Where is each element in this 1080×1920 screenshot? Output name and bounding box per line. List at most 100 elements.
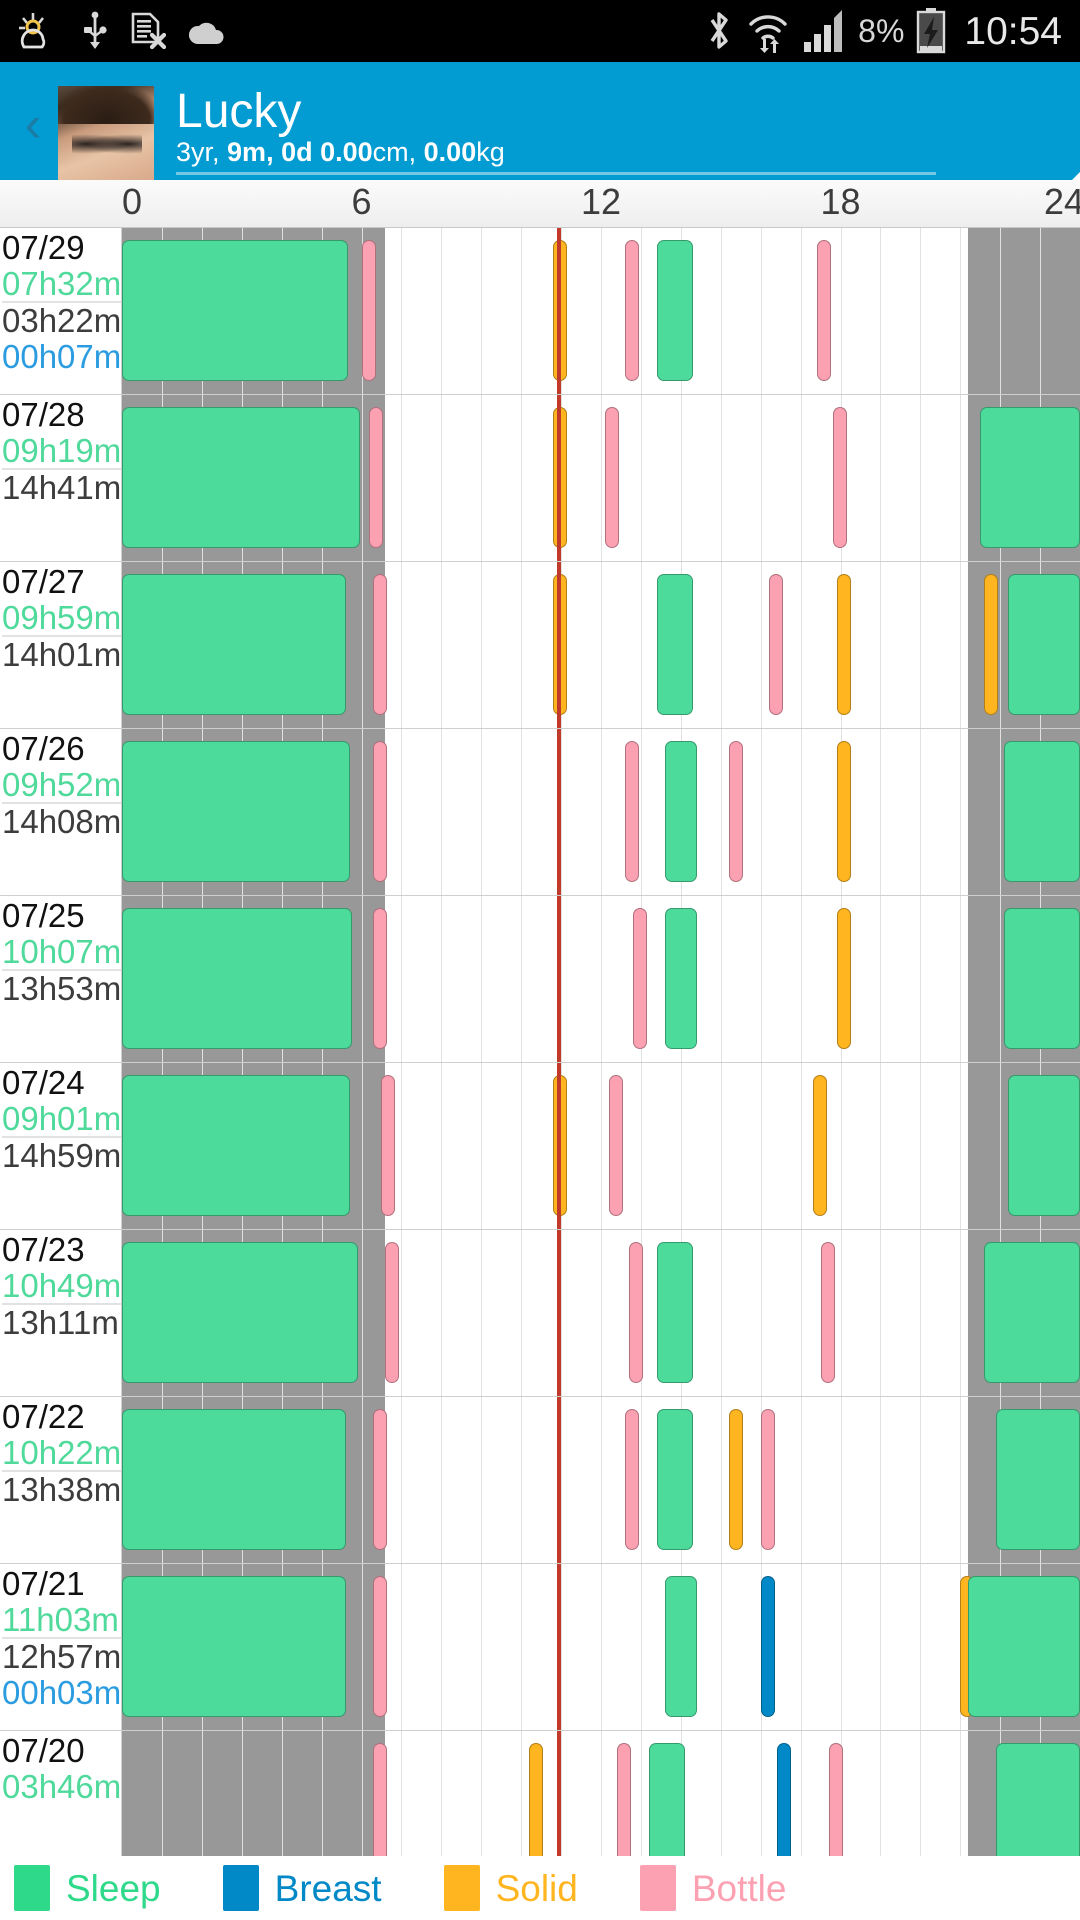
event-bar-solid[interactable]: [812, 1075, 827, 1216]
event-bar-sleep[interactable]: [1004, 741, 1080, 882]
event-bar-breast[interactable]: [760, 1576, 775, 1717]
row-timeline-track[interactable]: [122, 1230, 1080, 1396]
row-timeline-track[interactable]: [122, 1564, 1080, 1730]
row-timeline-track[interactable]: [122, 562, 1080, 728]
event-bar-sleep[interactable]: [122, 1242, 358, 1383]
event-bar-sleep[interactable]: [1008, 1075, 1080, 1216]
hour-gridline: [1000, 562, 1002, 728]
event-bar-bottle[interactable]: [816, 240, 831, 381]
event-bar-sleep[interactable]: [1004, 908, 1080, 1049]
table-row[interactable]: 07/20 03h46m: [0, 1731, 1080, 1856]
event-bar-sleep[interactable]: [648, 1743, 685, 1856]
hour-gridline: [441, 729, 443, 895]
event-bar-bottle[interactable]: [760, 1409, 775, 1550]
row-timeline-track[interactable]: [122, 1731, 1080, 1856]
event-bar-bottle[interactable]: [624, 240, 639, 381]
event-bar-sleep[interactable]: [664, 741, 697, 882]
event-bar-bottle[interactable]: [820, 1242, 835, 1383]
event-bar-bottle[interactable]: [832, 407, 847, 548]
event-bar-bottle[interactable]: [624, 1409, 639, 1550]
row-date-label: 07/20: [2, 1732, 85, 1769]
row-timeline-track[interactable]: [122, 896, 1080, 1062]
row-timeline-track[interactable]: [122, 228, 1080, 394]
event-bar-sleep[interactable]: [122, 1075, 350, 1216]
event-bar-sleep[interactable]: [122, 240, 348, 381]
hour-gridline: [441, 1731, 443, 1856]
event-bar-bottle[interactable]: [381, 1075, 396, 1216]
event-bar-bottle[interactable]: [728, 741, 743, 882]
hour-gridline: [521, 896, 523, 1062]
event-bar-bottle[interactable]: [361, 240, 376, 381]
event-bar-bottle[interactable]: [369, 407, 384, 548]
event-bar-sleep[interactable]: [1008, 574, 1080, 715]
event-bar-breast[interactable]: [776, 1743, 791, 1856]
event-bar-solid[interactable]: [836, 574, 851, 715]
event-bar-bottle[interactable]: [373, 741, 388, 882]
table-row[interactable]: 07/24 09h01m 14h59m: [0, 1063, 1080, 1230]
event-bar-solid[interactable]: [836, 741, 851, 882]
cloud-icon: [188, 22, 224, 44]
back-button[interactable]: ‹: [8, 98, 58, 150]
event-bar-sleep[interactable]: [664, 1576, 697, 1717]
row-timeline-track[interactable]: [122, 1063, 1080, 1229]
row-date-label: 07/28: [2, 396, 85, 433]
row-timeline-track[interactable]: [122, 395, 1080, 561]
event-bar-solid[interactable]: [529, 1743, 544, 1856]
event-bar-bottle[interactable]: [628, 1242, 643, 1383]
event-bar-bottle[interactable]: [604, 407, 619, 548]
event-bar-sleep[interactable]: [656, 1409, 693, 1550]
event-bar-bottle[interactable]: [373, 908, 388, 1049]
table-row[interactable]: 07/28 09h19m 14h41m: [0, 395, 1080, 562]
table-row[interactable]: 07/21 11h03m 12h57m 00h03m: [0, 1564, 1080, 1731]
event-bar-bottle[interactable]: [373, 1743, 388, 1856]
legend-item: Solid: [443, 1865, 578, 1911]
event-bar-sleep[interactable]: [980, 407, 1080, 548]
current-time-marker: [557, 1063, 562, 1229]
event-bar-sleep[interactable]: [122, 1409, 346, 1550]
event-bar-bottle[interactable]: [768, 574, 783, 715]
event-bar-sleep[interactable]: [664, 908, 697, 1049]
event-bar-bottle[interactable]: [373, 1409, 388, 1550]
hour-gridline: [640, 562, 642, 728]
row-sleep-total-label: 09h19m: [2, 431, 122, 469]
table-row[interactable]: 07/22 10h22m 13h38m: [0, 1397, 1080, 1564]
event-bar-solid[interactable]: [728, 1409, 743, 1550]
event-bar-bottle[interactable]: [828, 1743, 843, 1856]
event-bar-bottle[interactable]: [624, 741, 639, 882]
hour-gridline: [561, 1397, 563, 1563]
battery-charging-icon: [917, 8, 946, 54]
event-bar-sleep[interactable]: [122, 908, 352, 1049]
table-row[interactable]: 07/26 09h52m 14h08m: [0, 729, 1080, 896]
event-bar-sleep[interactable]: [996, 1409, 1080, 1550]
event-bar-sleep[interactable]: [122, 1576, 346, 1717]
event-bar-bottle[interactable]: [632, 908, 647, 1049]
event-bar-sleep[interactable]: [122, 574, 346, 715]
hour-gridline: [1000, 729, 1002, 895]
event-bar-bottle[interactable]: [616, 1743, 631, 1856]
event-bar-bottle[interactable]: [373, 574, 388, 715]
event-bar-bottle[interactable]: [385, 1242, 400, 1383]
hour-gridline: [920, 1063, 922, 1229]
table-row[interactable]: 07/29 07h32m 03h22m 00h07m: [0, 228, 1080, 395]
table-row[interactable]: 07/27 09h59m 14h01m: [0, 562, 1080, 729]
event-bar-bottle[interactable]: [373, 1576, 388, 1717]
row-timeline-track[interactable]: [122, 1397, 1080, 1563]
current-time-marker: [557, 896, 562, 1062]
event-bar-bottle[interactable]: [608, 1075, 623, 1216]
event-bar-sleep[interactable]: [656, 1242, 693, 1383]
row-timeline-track[interactable]: [122, 729, 1080, 895]
avatar[interactable]: [58, 86, 154, 180]
event-bar-sleep[interactable]: [122, 741, 350, 882]
timeline-chart[interactable]: 07/29 07h32m 03h22m 00h07m 07/28 09h19m 14h41m…: [0, 228, 1080, 1856]
event-bar-sleep[interactable]: [968, 1576, 1080, 1717]
event-bar-sleep[interactable]: [996, 1743, 1080, 1856]
table-row[interactable]: 07/23 10h49m 13h11m: [0, 1230, 1080, 1397]
event-bar-sleep[interactable]: [984, 1242, 1080, 1383]
event-bar-solid[interactable]: [836, 908, 851, 1049]
table-row[interactable]: 07/25 10h07m 13h53m: [0, 896, 1080, 1063]
event-bar-sleep[interactable]: [656, 240, 693, 381]
event-bar-sleep[interactable]: [122, 407, 360, 548]
event-bar-sleep[interactable]: [656, 574, 693, 715]
event-bar-solid[interactable]: [984, 574, 999, 715]
hour-gridline: [720, 896, 722, 1062]
